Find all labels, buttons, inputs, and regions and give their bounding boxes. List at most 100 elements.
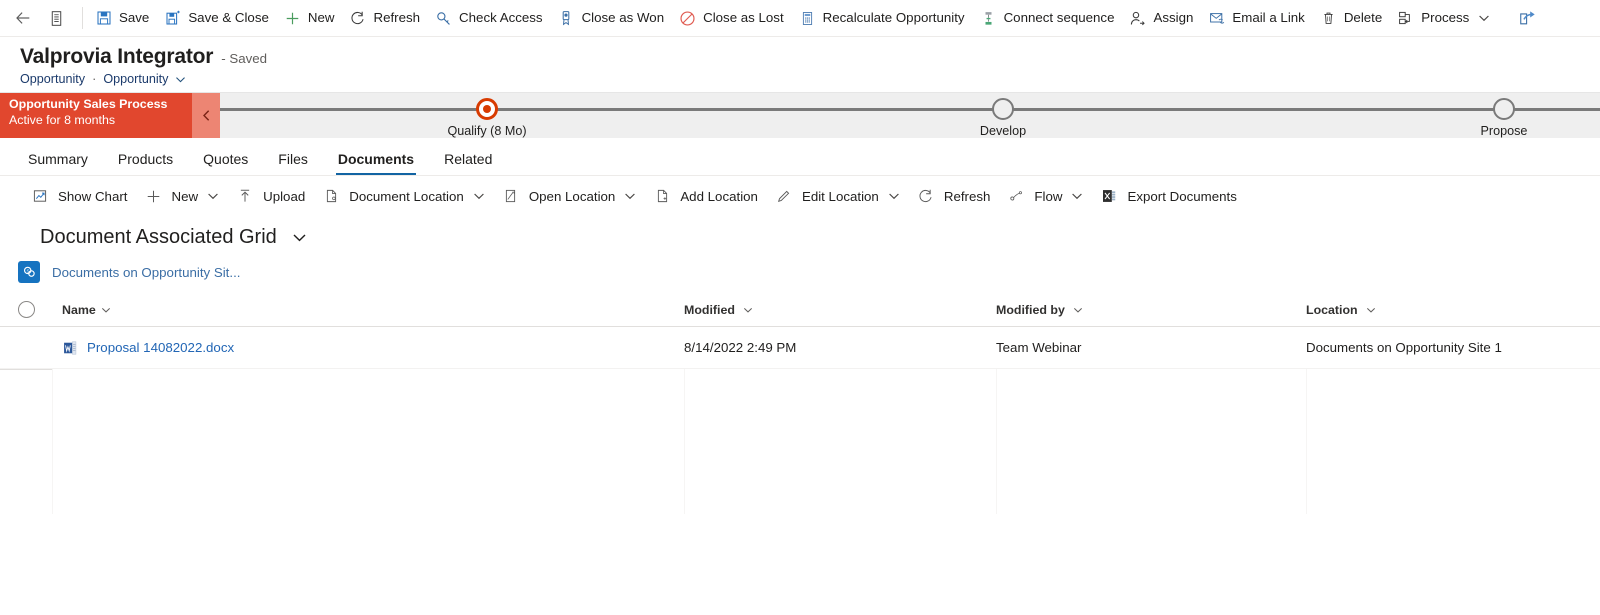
chevron-left-icon	[202, 110, 209, 121]
column-header-label: Modified by	[996, 302, 1065, 317]
upload-arrow-icon	[235, 187, 255, 205]
svg-text:S: S	[26, 268, 29, 273]
recalculate-opportunity-label: Recalculate Opportunity	[822, 10, 965, 26]
excel-export-icon	[1099, 187, 1119, 205]
back-button[interactable]	[6, 3, 40, 33]
process-name: Opportunity Sales Process	[9, 97, 168, 111]
chevron-down-icon[interactable]	[743, 305, 753, 315]
share-export-button[interactable]	[1511, 3, 1543, 33]
tab-summary[interactable]: Summary	[18, 151, 98, 175]
delete-button[interactable]: Delete	[1312, 3, 1389, 33]
check-access-button[interactable]: Check Access	[427, 3, 550, 33]
chevron-down-icon[interactable]	[292, 230, 307, 245]
chevron-down-icon	[473, 190, 485, 202]
save-and-close-label: Save & Close	[188, 10, 269, 26]
refresh-label: Refresh	[943, 188, 991, 204]
chevron-down-icon[interactable]	[101, 305, 111, 315]
stage-label: Propose	[1480, 124, 1528, 138]
flow-button[interactable]: Flow	[998, 181, 1091, 211]
upload-label: Upload	[263, 188, 306, 204]
chevron-down-icon	[1478, 12, 1490, 24]
chevron-down-icon[interactable]	[1366, 305, 1376, 315]
email-a-link-label: Email a Link	[1232, 10, 1305, 26]
chevron-down-icon	[207, 190, 219, 202]
breadcrumb-link[interactable]: Documents on Opportunity Sit...	[52, 265, 240, 280]
grid-title-row: Document Associated Grid	[0, 216, 1600, 255]
open-location-button[interactable]: Open Location	[493, 181, 645, 211]
process-stage-track: Qualify (8 Mo) Develop Propose	[220, 93, 1600, 138]
calculator-icon	[798, 9, 817, 27]
cell-modified-by: Team Webinar	[996, 340, 1082, 355]
refresh-grid-button[interactable]: Refresh	[908, 181, 999, 211]
form-name-label[interactable]: Opportunity	[103, 72, 168, 86]
document-name-link[interactable]: Proposal 14082022.docx	[87, 340, 234, 355]
plus-icon	[283, 9, 302, 27]
close-as-won-label: Close as Won	[581, 10, 665, 26]
tab-label: Documents	[337, 151, 415, 167]
process-button[interactable]: Process	[1389, 3, 1497, 33]
command-bar-divider	[82, 7, 83, 29]
tab-quotes[interactable]: Quotes	[193, 151, 258, 175]
document-location-icon	[321, 187, 341, 205]
recalculate-opportunity-button[interactable]: Recalculate Opportunity	[791, 3, 972, 33]
process-collapse-button[interactable]	[192, 93, 220, 138]
tab-documents[interactable]: Documents	[328, 151, 424, 175]
new-button[interactable]: New	[276, 3, 342, 33]
business-process-flow: Opportunity Sales Process Active for 8 m…	[0, 92, 1600, 138]
process-stage-propose[interactable]: Propose	[1404, 93, 1600, 138]
save-button[interactable]: Save	[87, 3, 156, 33]
assign-label: Assign	[1153, 10, 1194, 26]
form-selector-button[interactable]	[40, 3, 72, 33]
document-location-button[interactable]: Document Location	[313, 181, 493, 211]
documents-grid-section: Document Associated Grid S Documents on …	[0, 216, 1600, 514]
export-documents-button[interactable]: Export Documents	[1091, 181, 1244, 211]
show-chart-button[interactable]: Show Chart	[22, 181, 135, 211]
edit-location-label: Edit Location	[801, 188, 879, 204]
upload-button[interactable]: Upload	[227, 181, 313, 211]
column-header-name[interactable]: Name	[52, 303, 684, 317]
close-as-lost-button[interactable]: Close as Lost	[671, 3, 791, 33]
tab-products[interactable]: Products	[108, 151, 183, 175]
stage-node-icon	[992, 98, 1014, 120]
column-header-modified-by[interactable]: Modified by	[996, 303, 1306, 317]
column-separator	[996, 369, 997, 514]
select-all-cell[interactable]	[0, 301, 52, 318]
close-as-won-button[interactable]: Close as Won	[550, 3, 672, 33]
connect-sequence-button[interactable]: Connect sequence	[972, 3, 1122, 33]
chevron-down-icon	[624, 190, 636, 202]
save-disk-icon	[94, 9, 113, 27]
ribbon-award-icon	[557, 9, 576, 27]
new-document-button[interactable]: New	[135, 181, 227, 211]
edit-location-button[interactable]: Edit Location	[766, 181, 908, 211]
save-and-close-icon	[163, 9, 182, 27]
process-stage-qualify[interactable]: Qualify (8 Mo)	[387, 93, 587, 138]
tab-related[interactable]: Related	[434, 151, 502, 175]
record-title-line: Valprovia Integrator - Saved	[20, 45, 1600, 69]
share-export-icon	[1520, 11, 1535, 25]
stage-label: Qualify (8 Mo)	[447, 124, 527, 138]
process-label: Process	[1421, 10, 1470, 26]
record-subtitle: Opportunity · Opportunity	[20, 72, 1600, 86]
refresh-button[interactable]: Refresh	[341, 3, 427, 33]
column-header-modified[interactable]: Modified	[684, 303, 996, 317]
chevron-down-icon[interactable]	[1073, 305, 1083, 315]
table-row[interactable]: Proposal 14082022.docx 8/14/2022 2:49 PM…	[0, 327, 1600, 369]
tab-label: Products	[117, 151, 174, 167]
chevron-down-icon[interactable]	[175, 74, 186, 85]
column-header-location[interactable]: Location	[1306, 303, 1600, 317]
tab-label: Related	[444, 151, 493, 167]
cell-name[interactable]: Proposal 14082022.docx	[52, 340, 684, 356]
assign-button[interactable]: Assign	[1121, 3, 1200, 33]
process-status: Active for 8 months	[9, 113, 116, 127]
email-a-link-button[interactable]: Email a Link	[1200, 3, 1311, 33]
flow-icon	[1006, 187, 1026, 205]
open-location-label: Open Location	[528, 188, 616, 204]
select-all-circle-icon[interactable]	[17, 301, 35, 318]
process-header[interactable]: Opportunity Sales Process Active for 8 m…	[0, 93, 192, 138]
save-and-close-button[interactable]: Save & Close	[156, 3, 276, 33]
add-location-icon	[652, 187, 672, 205]
tab-files[interactable]: Files	[268, 151, 318, 175]
add-location-button[interactable]: Add Location	[644, 181, 766, 211]
process-stage-develop[interactable]: Develop	[903, 93, 1103, 138]
column-separator	[52, 369, 53, 514]
